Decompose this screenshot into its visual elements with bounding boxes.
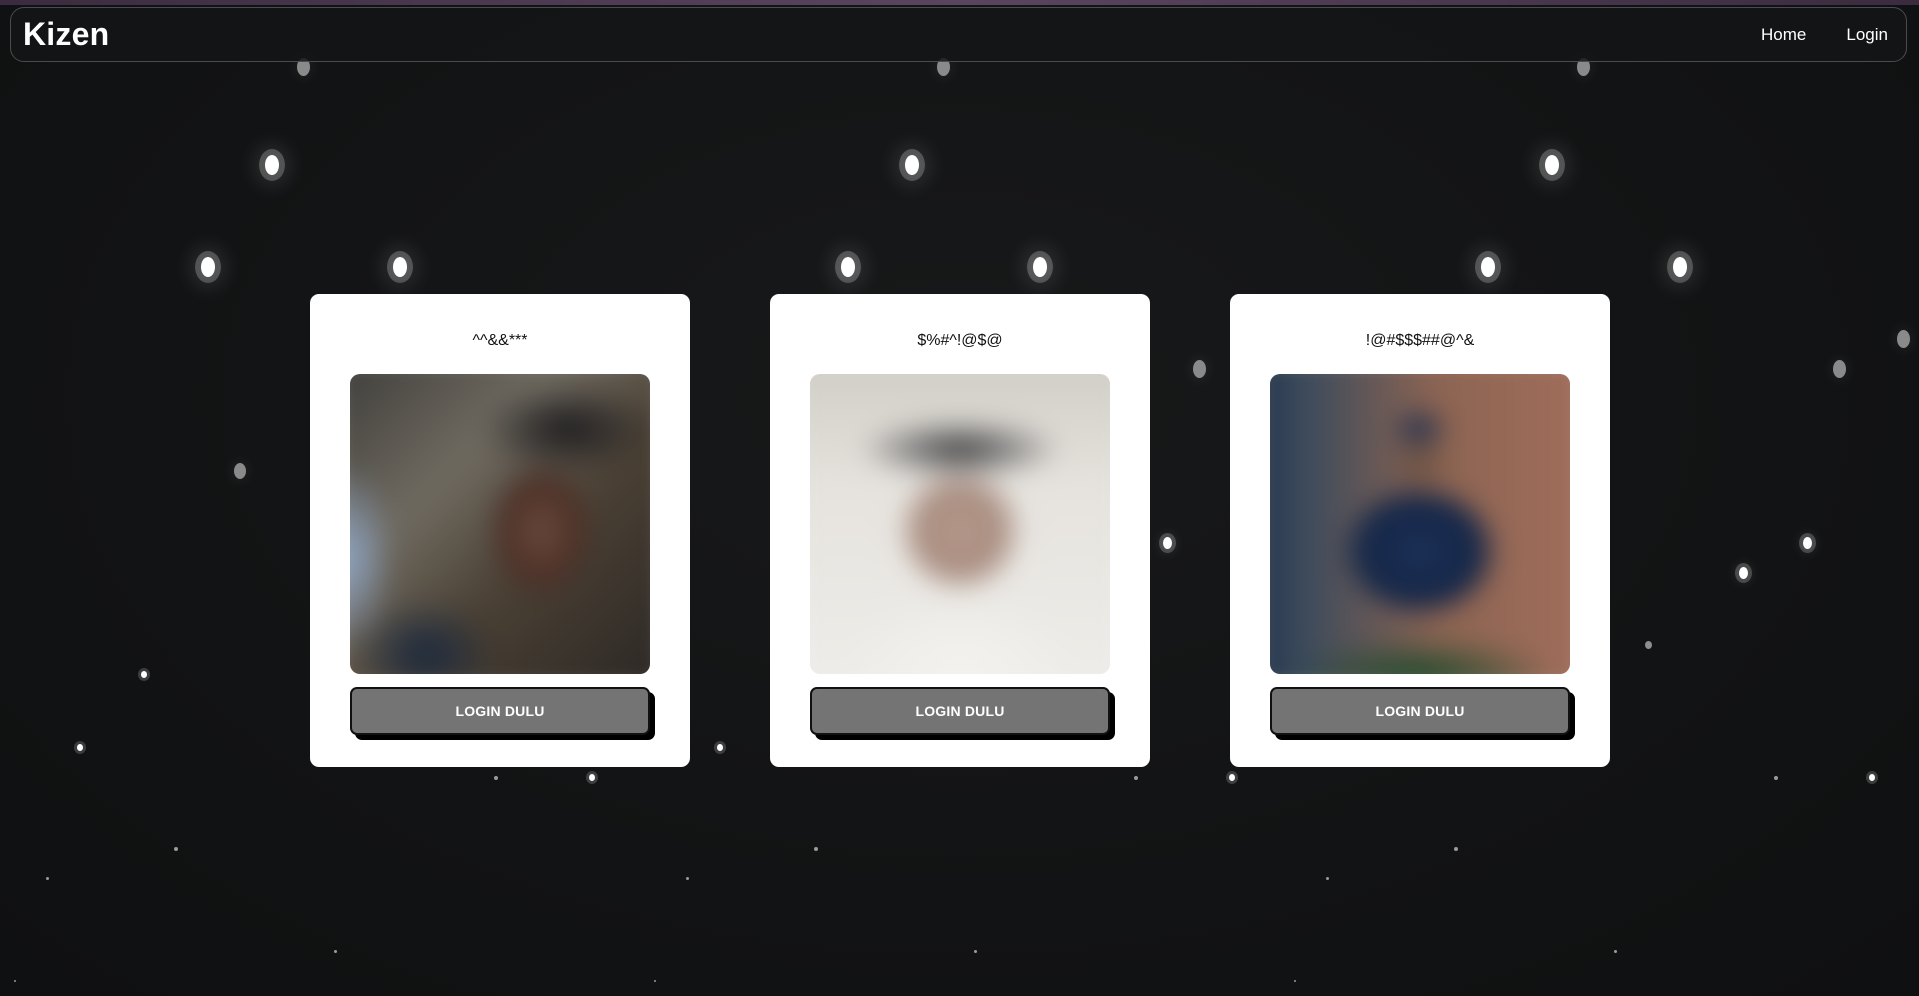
- nav-link-home[interactable]: Home: [1761, 25, 1806, 45]
- navbar: Kizen Home Login: [10, 7, 1907, 62]
- profile-card: $%#^!@$@ LOGIN DULU: [770, 294, 1150, 767]
- blurred-photo-image: [810, 374, 1110, 674]
- profile-card: !@#$$$##@^& LOGIN DULU: [1230, 294, 1610, 767]
- nav-link-login[interactable]: Login: [1846, 25, 1888, 45]
- profile-photo: [350, 374, 650, 674]
- card-title: ^^&&***: [472, 332, 528, 349]
- profile-photo: [810, 374, 1110, 674]
- card-title: !@#$$$##@^&: [1365, 332, 1475, 349]
- card-grid: ^^&&*** LOGIN DULU $%#^!@$@ LOGIN DULU !…: [0, 0, 1919, 996]
- profile-card: ^^&&*** LOGIN DULU: [310, 294, 690, 767]
- login-button[interactable]: LOGIN DULU: [1270, 687, 1570, 735]
- login-button[interactable]: LOGIN DULU: [350, 687, 650, 735]
- blurred-photo-image: [350, 374, 650, 674]
- blurred-photo-image: [1270, 374, 1570, 674]
- nav-links: Home Login: [1761, 25, 1888, 45]
- profile-photo: [1270, 374, 1570, 674]
- login-button[interactable]: LOGIN DULU: [810, 687, 1110, 735]
- brand-logo[interactable]: Kizen: [23, 16, 109, 53]
- page: Kizen Home Login ^^&&*** LOGIN DULU $%#^…: [0, 0, 1919, 996]
- card-title: $%#^!@$@: [917, 332, 1003, 349]
